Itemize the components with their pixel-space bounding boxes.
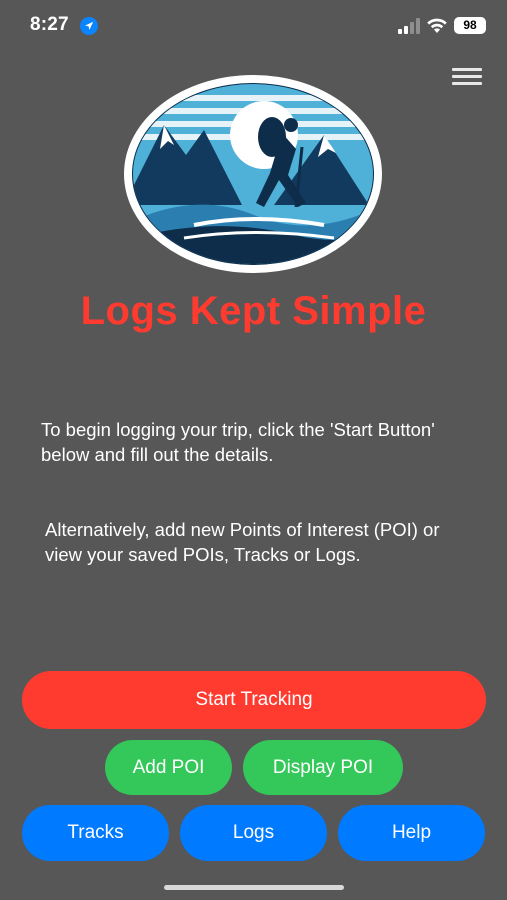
logs-button[interactable]: Logs: [180, 805, 327, 861]
app-title: Logs Kept Simple: [80, 289, 427, 333]
intro-text: To begin logging your trip, click the 'S…: [41, 419, 435, 465]
hamburger-menu-icon[interactable]: [450, 64, 484, 88]
help-button[interactable]: Help: [338, 805, 485, 861]
alternative-text: Alternatively, add new Points of Interes…: [45, 519, 440, 565]
location-arrow-icon: [80, 17, 98, 35]
home-indicator[interactable]: [164, 885, 344, 890]
tracks-button[interactable]: Tracks: [22, 805, 169, 861]
status-bar: 8:27 98: [0, 0, 507, 52]
add-poi-button[interactable]: Add POI: [105, 740, 232, 795]
start-tracking-button[interactable]: Start Tracking: [22, 671, 486, 729]
battery-icon: 98: [454, 17, 486, 34]
hiker-mountain-logo: [124, 75, 382, 273]
cellular-signal-icon: [398, 18, 420, 34]
display-poi-button[interactable]: Display POI: [243, 740, 403, 795]
status-time: 8:27: [30, 14, 69, 35]
wifi-icon: [427, 18, 447, 33]
